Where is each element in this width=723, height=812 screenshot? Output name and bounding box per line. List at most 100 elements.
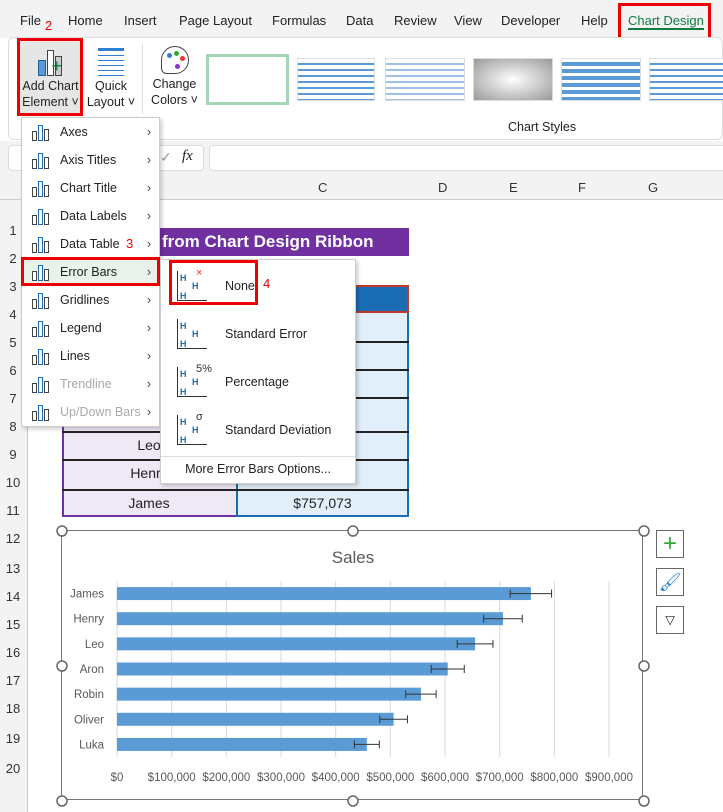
formula-input[interactable] <box>209 145 723 171</box>
resize-handle <box>638 525 650 537</box>
error-bars-option-standard-deviation[interactable]: H H Hσ Standard Deviation <box>161 406 355 454</box>
category-label: Oliver <box>74 714 104 726</box>
category-label: Luka <box>79 739 105 751</box>
row-header[interactable]: 14 <box>0 589 26 604</box>
chevron-right-icon: › <box>146 321 151 335</box>
highlight-box-4 <box>169 260 258 305</box>
menu-item-chart-title[interactable]: Chart Title › <box>22 174 159 202</box>
chart-title-icon <box>32 179 52 197</box>
menu-item-label: Axes <box>60 125 88 139</box>
x-tick-label: $300,000 <box>257 772 305 784</box>
menu-item-label: Up/Down Bars <box>60 405 141 419</box>
row-header[interactable]: 15 <box>0 617 26 632</box>
highlight-box-2 <box>17 38 83 116</box>
bar <box>117 687 421 701</box>
chart-style-1[interactable] <box>206 54 289 105</box>
tab-file[interactable]: File <box>20 13 41 28</box>
change-colors-button[interactable]: Change Colors ˅ <box>147 40 202 115</box>
col-header-d[interactable]: D <box>438 180 447 195</box>
option-label: Percentage <box>225 375 289 389</box>
highlight-box-1 <box>618 3 711 41</box>
data-labels-icon <box>32 207 52 225</box>
up-down-bars-icon <box>32 403 52 421</box>
divider <box>161 456 355 457</box>
chart-area[interactable]: Sales $0 $100,000 $200,000 $300,000 $400,000 $… <box>56 525 650 807</box>
resize-handle <box>56 525 68 537</box>
chevron-right-icon: › <box>146 209 151 223</box>
palette-icon <box>160 46 189 74</box>
tab-view[interactable]: View <box>454 13 482 28</box>
chart-style-3[interactable] <box>385 58 465 101</box>
row-header[interactable]: 13 <box>0 561 26 576</box>
x-tick-label: $0 <box>111 772 124 784</box>
menu-item-legend[interactable]: Legend › <box>22 314 159 342</box>
error-bars-option-percentage[interactable]: H H H 5% Percentage <box>161 358 355 406</box>
menu-item-data-labels[interactable]: Data Labels › <box>22 202 159 230</box>
menu-item-label: Lines <box>60 349 90 363</box>
cell-sales[interactable]: $757,073 <box>236 489 409 517</box>
quick-layout-label-2: Layout ˅ <box>86 95 136 109</box>
tab-page-layout[interactable]: Page Layout <box>179 13 252 28</box>
tab-developer[interactable]: Developer <box>501 13 560 28</box>
chart-style-5[interactable] <box>561 58 641 101</box>
row-header[interactable]: 19 <box>0 731 26 746</box>
row-header[interactable]: 9 <box>0 447 26 462</box>
x-tick-label: $900,000 <box>585 772 633 784</box>
trendline-icon <box>32 375 52 393</box>
chart-elements-plus-icon[interactable]: + <box>656 530 684 558</box>
chart-styles-group-label: Chart Styles <box>508 120 577 134</box>
cell-name[interactable]: James <box>62 489 236 517</box>
quick-layout-label-1: Quick <box>95 79 127 93</box>
category-label: Robin <box>74 689 104 701</box>
row-header[interactable]: 17 <box>0 673 26 688</box>
col-header-f[interactable]: F <box>578 180 586 195</box>
change-colors-label-2: Colors ˅ <box>151 93 198 107</box>
col-header-g[interactable]: G <box>648 180 658 195</box>
quick-layout-button[interactable]: Quick Layout ˅ <box>85 40 137 115</box>
row-header[interactable]: 12 <box>0 531 26 546</box>
divider <box>142 44 143 114</box>
chart-style-4[interactable] <box>473 58 553 101</box>
chart-style-2[interactable] <box>297 58 375 101</box>
category-label: James <box>70 589 104 601</box>
tab-formulas[interactable]: Formulas <box>272 13 326 28</box>
title-text: from Chart Design Ribbon <box>162 232 374 251</box>
menu-item-gridlines[interactable]: Gridlines › <box>22 286 159 314</box>
enter-check-icon[interactable]: ✓ <box>160 149 172 166</box>
highlight-box-3 <box>21 257 160 286</box>
ribbon-tabs: File Home Insert Page Layout Formulas Da… <box>0 0 723 41</box>
chevron-right-icon: › <box>146 153 151 167</box>
x-tick-label: $600,000 <box>421 772 469 784</box>
tab-help[interactable]: Help <box>581 13 608 28</box>
error-bars-option-standard-error[interactable]: H H H Standard Error <box>161 310 355 358</box>
chart-styles-brush-icon[interactable]: 🖌 <box>656 568 684 596</box>
menu-item-label: Chart Title <box>60 181 117 195</box>
tab-review[interactable]: Review <box>394 13 437 28</box>
tab-home[interactable]: Home <box>68 13 103 28</box>
x-tick-label: $500,000 <box>366 772 414 784</box>
tab-data[interactable]: Data <box>346 13 373 28</box>
tab-insert[interactable]: Insert <box>124 13 157 28</box>
menu-item-data-table[interactable]: Data Table › <box>22 230 159 258</box>
menu-item-label: Data Labels <box>60 209 127 223</box>
row-header[interactable]: 10 <box>0 475 26 490</box>
menu-item-up-down-bars: Up/Down Bars › <box>22 398 159 426</box>
chevron-right-icon: › <box>146 377 151 391</box>
annotation-4: 4 <box>263 276 271 291</box>
more-error-bars-options[interactable]: More Error Bars Options... <box>161 462 355 476</box>
error-bars-1-icon: HHH <box>177 319 207 349</box>
row-header[interactable]: 11 <box>0 503 26 518</box>
menu-item-axes[interactable]: Axes › <box>22 118 159 146</box>
menu-item-axis-titles[interactable]: Axis Titles › <box>22 146 159 174</box>
chart-style-6[interactable] <box>649 58 723 101</box>
row-header[interactable]: 16 <box>0 645 26 660</box>
chart-filter-icon[interactable]: ▽ <box>656 606 684 634</box>
row-header[interactable]: 20 <box>0 761 26 776</box>
col-header-c[interactable]: C <box>318 180 327 195</box>
bar <box>117 712 394 726</box>
col-header-e[interactable]: E <box>509 180 518 195</box>
row-header[interactable]: 18 <box>0 701 26 716</box>
fx-icon[interactable]: fx <box>182 148 193 165</box>
error-bars-2-icon: H H H 5% <box>177 363 212 397</box>
menu-item-lines[interactable]: Lines › <box>22 342 159 370</box>
